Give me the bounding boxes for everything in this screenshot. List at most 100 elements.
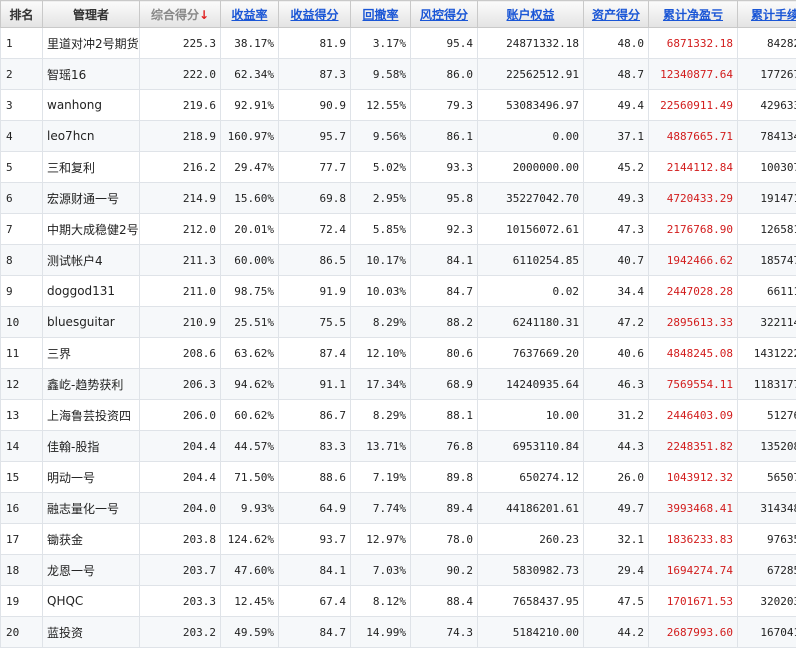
equity-cell: 6110254.85	[478, 245, 584, 276]
manager-cell: 三界	[43, 338, 140, 369]
table-row: 11三界208.663.62%87.412.10%80.67637669.204…	[1, 338, 796, 369]
asset-score-cell: 46.3	[584, 369, 649, 400]
risk-score-cell: 74.3	[411, 617, 478, 648]
manager-cell: wanhong	[43, 90, 140, 121]
manager-cell: 里道对冲2号期货	[43, 28, 140, 59]
equity-cell: 44186201.61	[478, 493, 584, 524]
table-row: 5三和复利216.229.47%77.75.02%93.32000000.004…	[1, 152, 796, 183]
return-score-cell: 86.5	[279, 245, 351, 276]
return-score-cell: 91.1	[279, 369, 351, 400]
ranking-table: 排名 管理者 综合得分↓ 收益率 收益得分 回撤率 风控得分 账户权益 资产得分…	[0, 0, 796, 648]
drawdown-cell: 14.99%	[351, 617, 411, 648]
header-drawdown[interactable]: 回撤率	[351, 1, 411, 28]
risk-score-cell: 93.3	[411, 152, 478, 183]
cum-pnl-cell: 2248351.82	[649, 431, 738, 462]
drawdown-cell: 5.85%	[351, 214, 411, 245]
total-score-cell: 204.4	[140, 431, 221, 462]
equity-cell: 0.02	[478, 276, 584, 307]
drawdown-cell: 7.74%	[351, 493, 411, 524]
drawdown-cell: 13.71%	[351, 431, 411, 462]
header-return-score[interactable]: 收益得分	[279, 1, 351, 28]
cum-pnl-cell: 12340877.64	[649, 59, 738, 90]
asset-score-cell: 40.7	[584, 245, 649, 276]
header-cum-fee[interactable]: 累计手续费	[738, 1, 796, 28]
return-rate-cell: 124.62%	[221, 524, 279, 555]
header-asset-score[interactable]: 资产得分	[584, 1, 649, 28]
equity-cell: 10.00	[478, 400, 584, 431]
equity-cell: 24871332.18	[478, 28, 584, 59]
risk-score-cell: 80.6	[411, 338, 478, 369]
table-row: 6宏源财通一号214.915.60%69.82.95%95.835227042.…	[1, 183, 796, 214]
header-cum-pnl[interactable]: 累计净盈亏	[649, 1, 738, 28]
cum-fee-cell: 135208.18	[738, 431, 796, 462]
drawdown-cell: 2.95%	[351, 183, 411, 214]
cum-pnl-cell: 1701671.53	[649, 586, 738, 617]
drawdown-cell: 8.29%	[351, 400, 411, 431]
cum-pnl-cell: 4720433.29	[649, 183, 738, 214]
drawdown-cell: 10.17%	[351, 245, 411, 276]
table-row: 3wanhong219.692.91%90.912.55%79.35308349…	[1, 90, 796, 121]
drawdown-cell: 12.97%	[351, 524, 411, 555]
cum-fee-cell: 84282.82	[738, 28, 796, 59]
return-score-cell: 86.7	[279, 400, 351, 431]
cum-fee-cell: 784134.29	[738, 121, 796, 152]
table-row: 9doggod131211.098.75%91.910.03%84.70.023…	[1, 276, 796, 307]
return-rate-cell: 98.75%	[221, 276, 279, 307]
header-risk-score[interactable]: 风控得分	[411, 1, 478, 28]
cum-fee-cell: 1183177.89	[738, 369, 796, 400]
cum-fee-cell: 177267.36	[738, 59, 796, 90]
asset-score-cell: 47.3	[584, 214, 649, 245]
asset-score-cell: 40.6	[584, 338, 649, 369]
asset-score-cell: 31.2	[584, 400, 649, 431]
drawdown-cell: 9.58%	[351, 59, 411, 90]
return-score-cell: 83.3	[279, 431, 351, 462]
equity-cell: 650274.12	[478, 462, 584, 493]
manager-cell: 宏源财通一号	[43, 183, 140, 214]
manager-cell: 三和复利	[43, 152, 140, 183]
rank-cell: 14	[1, 431, 43, 462]
rank-cell: 13	[1, 400, 43, 431]
drawdown-cell: 12.55%	[351, 90, 411, 121]
risk-score-cell: 90.2	[411, 555, 478, 586]
return-rate-cell: 9.93%	[221, 493, 279, 524]
cum-pnl-cell: 1942466.62	[649, 245, 738, 276]
equity-cell: 2000000.00	[478, 152, 584, 183]
equity-cell: 6953110.84	[478, 431, 584, 462]
rank-cell: 1	[1, 28, 43, 59]
rank-cell: 11	[1, 338, 43, 369]
total-score-cell: 211.3	[140, 245, 221, 276]
header-total-score-label: 综合得分	[151, 8, 199, 22]
risk-score-cell: 88.2	[411, 307, 478, 338]
return-score-cell: 88.6	[279, 462, 351, 493]
cum-pnl-cell: 2447028.28	[649, 276, 738, 307]
asset-score-cell: 32.1	[584, 524, 649, 555]
cum-fee-cell: 167041.40	[738, 617, 796, 648]
asset-score-cell: 49.4	[584, 90, 649, 121]
drawdown-cell: 17.34%	[351, 369, 411, 400]
rank-cell: 16	[1, 493, 43, 524]
total-score-cell: 210.9	[140, 307, 221, 338]
total-score-cell: 204.4	[140, 462, 221, 493]
equity-cell: 260.23	[478, 524, 584, 555]
header-equity[interactable]: 账户权益	[478, 1, 584, 28]
cum-pnl-cell: 3993468.41	[649, 493, 738, 524]
return-rate-cell: 12.45%	[221, 586, 279, 617]
risk-score-cell: 95.4	[411, 28, 478, 59]
risk-score-cell: 84.1	[411, 245, 478, 276]
total-score-cell: 214.9	[140, 183, 221, 214]
manager-cell: 鑫屹-趋势获利	[43, 369, 140, 400]
cum-pnl-cell: 2144112.84	[649, 152, 738, 183]
total-score-cell: 225.3	[140, 28, 221, 59]
return-rate-cell: 71.50%	[221, 462, 279, 493]
manager-cell: bluesguitar	[43, 307, 140, 338]
header-total-score[interactable]: 综合得分↓	[140, 1, 221, 28]
risk-score-cell: 89.4	[411, 493, 478, 524]
return-rate-cell: 29.47%	[221, 152, 279, 183]
return-rate-cell: 38.17%	[221, 28, 279, 59]
drawdown-cell: 7.03%	[351, 555, 411, 586]
table-row: 15明动一号204.471.50%88.67.19%89.8650274.122…	[1, 462, 796, 493]
header-return-rate[interactable]: 收益率	[221, 1, 279, 28]
table-row: 1里道对冲2号期货225.338.17%81.93.17%95.42487133…	[1, 28, 796, 59]
return-rate-cell: 60.62%	[221, 400, 279, 431]
cum-fee-cell: 126581.10	[738, 214, 796, 245]
